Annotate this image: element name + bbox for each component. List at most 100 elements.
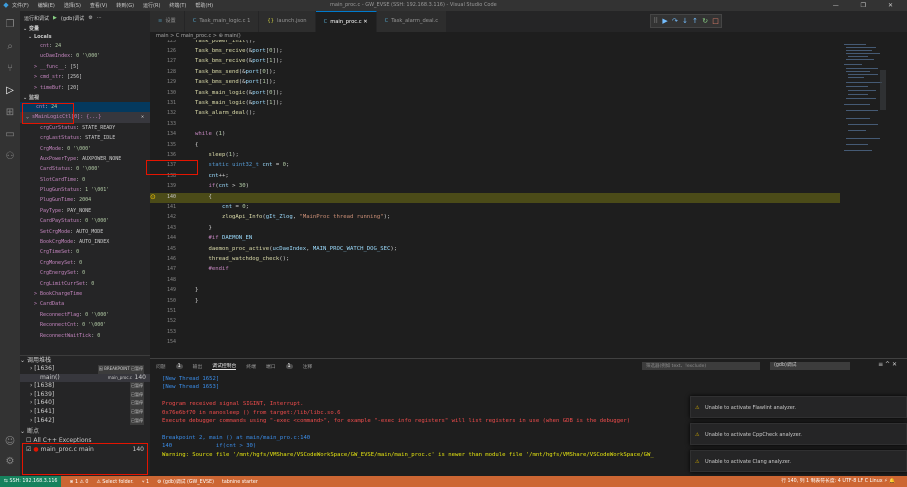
variable-row[interactable]: cnt: 24 [20,41,150,51]
variable-row[interactable]: > BookChargeTime [20,289,150,299]
callstack-row[interactable]: › [1636] 因 BREAKPOINT 已暂停 [20,365,150,374]
editor-tab[interactable]: C Task_alarm_deal.c [376,11,448,32]
status-right-items[interactable]: 行 140, 列 1 制表符长度: 4 UTF-8 LF C Linux ⚡ 🔔 [781,476,895,487]
variable-row[interactable]: ReconnectFlag: 0 '\000' [20,310,150,320]
remove-watch-icon[interactable]: ✕ [141,112,144,122]
variable-row[interactable]: PlugGunStatus: 1 '\001' [20,185,150,195]
variable-row[interactable]: crgCurStatus: STATE_READY [20,123,150,133]
variable-row[interactable]: CardStatus: 0 '\000' [20,164,150,174]
panel-tab[interactable]: 注释 [303,363,313,370]
remote-explorer-icon[interactable]: ▭ [4,129,16,141]
code-line: { [208,193,212,200]
manage-gear-icon[interactable]: ⚙ [4,456,16,468]
callstack-section[interactable]: ⌄ 调用堆栈 [20,356,150,365]
step-over-icon[interactable]: ↷ [672,17,678,25]
locals-section[interactable]: ⌄ Locals [20,33,150,41]
panel-actions[interactable]: ≡ ^ ✕ [878,361,897,368]
variable-row[interactable]: > __func__: [5] [20,62,150,72]
debug-console-output[interactable]: [New Thread 1652] [New Thread 1653] Progr… [162,375,654,459]
breakpoints-section[interactable]: ⌄ 断点 [20,427,150,436]
panel-tab[interactable]: 调试控制台 [212,362,237,370]
source-control-icon[interactable]: ⑂ [4,63,16,75]
variable-row[interactable]: PayType: PAY_NONE [20,206,150,216]
editor-tab[interactable]: C Task_main_logic.c 1 [184,11,260,32]
notification-toast[interactable]: ⚠ Unable to activate Clang analyzer. [690,450,907,472]
variable-row[interactable]: > cmd_str: [256] [20,72,150,82]
code-editor[interactable]: 125 Task_power_init(); 126 Task_bms_recive(… [150,40,840,358]
stop-icon[interactable]: □ [712,17,719,25]
debug-session-select[interactable]: (gdb)调试 [770,362,850,370]
variable-row[interactable]: > timeBuf: [20] [20,83,150,93]
notification-toast[interactable]: ⚠ Unable to activate Flawlint analyzer. [690,396,907,418]
notification-toast[interactable]: ⚠ Unable to activate CppCheck analyzer. [690,423,907,445]
remote-indicator[interactable]: ⇆ SSH: 192.168.3.116 [0,476,62,487]
breadcrumb[interactable]: main > C main_proc.c > ⊕ main() [156,32,241,40]
status-item[interactable]: ⚙ (gdb)调试 (GW_EVSE) [157,480,214,485]
menu-item[interactable]: 选择(S) [64,3,81,9]
watch-section[interactable]: ⌄ 监视 [20,94,150,102]
variable-row[interactable]: ReconnectCnt: 0 '\000' [20,320,150,330]
continue-icon[interactable]: ▶ [662,17,667,25]
editor-tab[interactable]: ≡ 设置 [150,11,185,32]
console-filter-input[interactable]: 筛选器(例如 text、!exclude) [642,362,760,370]
minimap[interactable] [840,40,907,358]
variable-row[interactable]: CrgTimeSet: 0 [20,247,150,257]
debug-config-select[interactable]: (gdb)调试 [61,15,84,22]
callstack-row[interactable]: main() main_proc.c 140 [20,373,150,383]
explorer-icon[interactable]: ❐ [4,19,16,31]
search-icon[interactable]: ⌕ [4,41,16,53]
menu-item[interactable]: 运行(R) [143,3,160,9]
debug-settings-icon[interactable]: ⚙ [88,15,92,21]
variable-row[interactable]: CrgEnergySet: 0 [20,268,150,278]
variable-row[interactable]: CrgLimitCurrSet: 0 [20,279,150,289]
menu-item[interactable]: 文件(F) [12,3,29,9]
menu-item[interactable]: 帮助(H) [195,3,213,9]
variable-row[interactable]: CrgMode: 0 '\000' [20,144,150,154]
panel-tab[interactable]: 端口 [266,363,276,370]
status-item[interactable]: ⊗ 1 ⚠ 0 [69,480,88,485]
step-out-icon[interactable]: ↑ [692,17,698,25]
callstack-row[interactable]: › [1640] 已暂停 [20,399,150,408]
variable-row[interactable]: > CardData [20,299,150,309]
accounts-icon[interactable]: ☺ [4,436,16,448]
code-line: #if DAEMON_EN [208,235,253,242]
status-item[interactable]: ⚠ Select folder. [96,480,133,485]
restart-icon[interactable]: ↻ [702,17,708,25]
status-item[interactable]: tabnine starter [222,480,258,485]
step-into-icon[interactable]: ↓ [682,17,688,25]
start-debug-icon[interactable]: ▶ [53,15,57,21]
run-debug-icon[interactable]: ▷ [4,85,16,97]
menu-item[interactable]: 查看(V) [90,3,107,9]
variable-row[interactable]: crgLastStatus: STATE_IDLE [20,133,150,143]
editor-tab[interactable]: {} launch.json [259,11,316,32]
window-controls[interactable]: — ❐ ✕ [833,0,903,11]
panel-tab[interactable]: 终端 [246,363,256,370]
variable-row[interactable]: ReconnectWaitTick: 0 [20,331,150,341]
variable-row[interactable]: SetCrgMode: AUTO_MODE [20,227,150,237]
callstack-row[interactable]: › [1639] 已暂停 [20,390,150,400]
variable-row[interactable]: SlotCardTime: 0 [20,175,150,185]
callstack-row[interactable]: › [1641] 已暂停 [20,407,150,417]
drag-handle-icon[interactable]: ⠿ [653,17,658,25]
menu-item[interactable]: 终端(T) [169,3,186,9]
callstack-row[interactable]: › [1638] 已暂停 [20,382,150,391]
variables-section[interactable]: ⌄ 变量 [20,25,150,33]
settings-sync-icon[interactable]: ⚇ [4,151,16,163]
callstack-row[interactable]: › [1642] 已暂停 [20,416,150,426]
extensions-icon[interactable]: ⊞ [4,107,16,119]
variable-row[interactable]: CardPayStatus: 0 '\000' [20,216,150,226]
menu-item[interactable]: 编辑(E) [38,3,55,9]
panel-tab[interactable]: 问题 [156,363,166,370]
menu-item[interactable]: 转到(G) [116,3,134,9]
variable-row[interactable]: BookCrgMode: AUTO_INDEX [20,237,150,247]
variable-row[interactable]: ucDaeIndex: 0 '\000' [20,51,150,61]
breakpoint-arrow-icon[interactable]: ⊙ [150,193,156,201]
variable-row[interactable]: AuxPowerType: AUXPOWER_NONE [20,154,150,164]
variable-row[interactable]: PlugGunTime: 2004 [20,195,150,205]
debug-more-icon[interactable]: ··· [97,15,102,21]
editor-tab[interactable]: Cmain_proc.c ✕ [315,11,377,32]
panel-tab[interactable]: 输出 [193,363,203,370]
status-item[interactable]: ⑂ 1 [142,480,149,485]
variable-name: > __func__ [34,63,65,70]
variable-row[interactable]: CrgMoneySet: 0 [20,258,150,268]
